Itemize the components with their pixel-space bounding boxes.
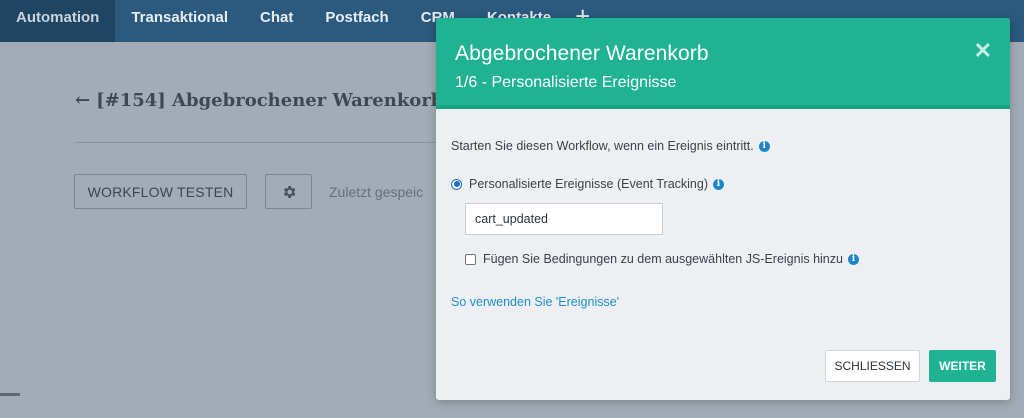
personalized-events-radio[interactable] <box>451 178 462 190</box>
modal-header: Abgebrochener Warenkorb 1/6 - Personalis… <box>436 18 1010 109</box>
info-icon[interactable]: i <box>713 178 724 190</box>
arrow-left-icon[interactable]: ← <box>75 90 90 111</box>
info-icon[interactable]: i <box>847 253 859 265</box>
settings-button[interactable] <box>265 174 312 209</box>
nav-item-automation[interactable]: Automation <box>0 0 116 42</box>
events-help-link[interactable]: So verwenden Sie 'Ereignisse' <box>451 295 619 309</box>
close-icon[interactable]: ✕ <box>974 38 992 64</box>
nav-item-chat[interactable]: Chat <box>244 0 309 42</box>
radio-label[interactable]: Personalisierte Ereignisse (Event Tracki… <box>469 177 708 191</box>
gear-icon <box>283 185 295 198</box>
scroll-indicator <box>0 393 20 396</box>
modal-body: Starten Sie diesen Workflow, wenn ein Er… <box>436 109 1010 400</box>
intro-text: Starten Sie diesen Workflow, wenn ein Er… <box>451 139 770 153</box>
modal-subtitle: 1/6 - Personalisierte Ereignisse <box>455 74 677 91</box>
workflow-test-button[interactable]: WORKFLOW TESTEN <box>74 174 247 209</box>
last-saved-status: Zuletzt gespeic <box>329 184 424 200</box>
event-name-input[interactable] <box>465 203 663 235</box>
conditions-checkbox[interactable] <box>465 253 476 265</box>
info-icon[interactable]: i <box>758 140 770 152</box>
intro-label: Starten Sie diesen Workflow, wenn ein Er… <box>451 139 754 153</box>
nav-item-transaktional[interactable]: Transaktional <box>115 0 244 42</box>
conditions-checkbox-row[interactable]: Fügen Sie Bedingungen zu dem ausgewählte… <box>465 252 859 266</box>
divider <box>75 142 455 143</box>
page-title: ← [#154] Abgebrochener Warenkorb <box>75 90 443 111</box>
close-button[interactable]: SCHLIESSEN <box>825 350 920 382</box>
next-button[interactable]: WEITER <box>929 350 996 382</box>
event-type-radio-row[interactable]: Personalisierte Ereignisse (Event Tracki… <box>451 177 724 191</box>
workflow-modal: Abgebrochener Warenkorb 1/6 - Personalis… <box>436 18 1010 400</box>
page-title-text: [#154] Abgebrochener Warenkorb <box>96 90 444 111</box>
modal-title: Abgebrochener Warenkorb <box>455 42 709 65</box>
nav-item-postfach[interactable]: Postfach <box>309 0 404 42</box>
checkbox-label[interactable]: Fügen Sie Bedingungen zu dem ausgewählte… <box>483 252 843 266</box>
